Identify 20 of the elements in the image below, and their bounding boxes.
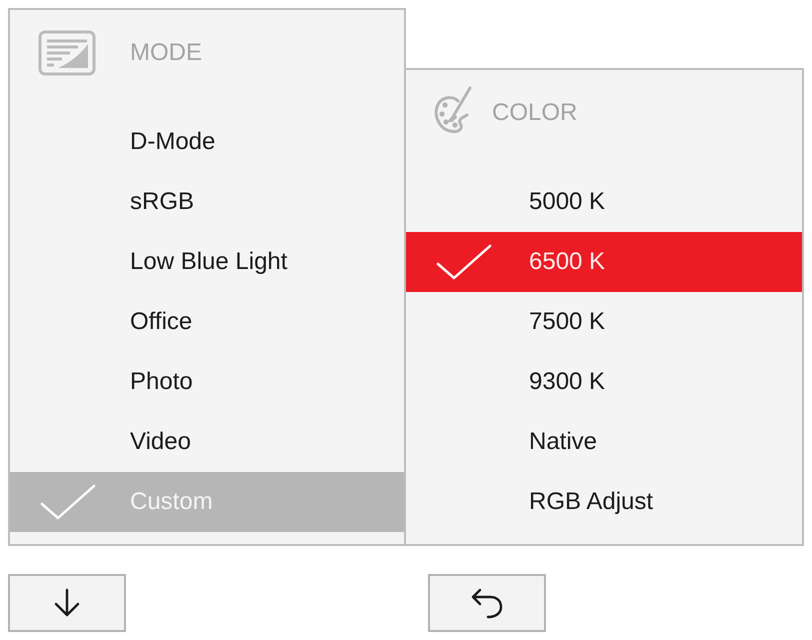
return-arrow-icon	[470, 587, 504, 619]
picture-mode-icon	[38, 30, 96, 76]
down-arrow-icon	[54, 588, 80, 618]
menu-item[interactable]: 7500 K	[406, 292, 802, 352]
menu-title: MODE	[130, 38, 202, 68]
menu-item[interactable]: sRGB	[10, 172, 404, 232]
check-icon	[40, 484, 96, 520]
menu-item[interactable]: Photo	[10, 352, 404, 412]
back-button[interactable]	[428, 574, 546, 632]
menu-item[interactable]: Native	[406, 412, 802, 472]
menu-item[interactable]: Low Blue Light	[10, 232, 404, 292]
menu-item[interactable]: D-Mode	[10, 112, 404, 172]
menu-item[interactable]: 5000 K	[406, 172, 802, 232]
menu-item[interactable]: 9300 K	[406, 352, 802, 412]
menu-title: COLOR	[492, 98, 578, 128]
menu-item[interactable]: RGB Adjust	[406, 472, 802, 532]
menu-item[interactable]: 6500 K	[406, 232, 802, 292]
menu-item[interactable]: Video	[10, 412, 404, 472]
check-icon	[436, 244, 492, 280]
menu-item[interactable]: Office	[10, 292, 404, 352]
